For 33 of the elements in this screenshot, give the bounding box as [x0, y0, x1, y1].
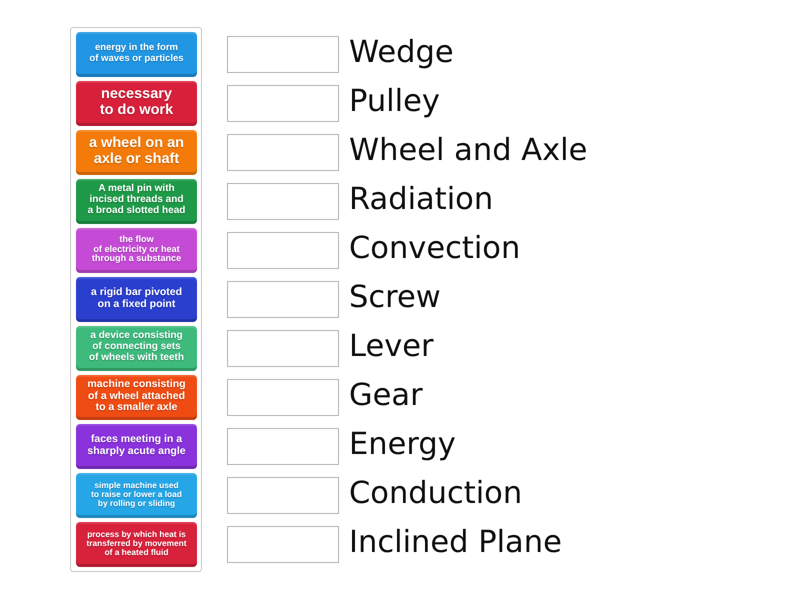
answer-box[interactable]	[227, 330, 339, 367]
answer-box[interactable]	[227, 526, 339, 563]
definition-tile[interactable]: simple machine used to raise or lower a load by rolling or sliding	[76, 473, 197, 518]
term-label: Gear	[349, 379, 423, 413]
answer-box[interactable]	[227, 232, 339, 269]
term-label: Inclined Plane	[349, 526, 562, 560]
definition-tile[interactable]: a wheel on an axle or shaft	[76, 130, 197, 175]
answer-box[interactable]	[227, 379, 339, 416]
definition-tile[interactable]: A metal pin with incised threads and a broad slotted head	[76, 179, 197, 224]
answer-box[interactable]	[227, 85, 339, 122]
answer-box[interactable]	[227, 281, 339, 318]
term-label: Lever	[349, 330, 434, 364]
term-label: Radiation	[349, 183, 494, 217]
answer-box[interactable]	[227, 477, 339, 514]
definition-tile[interactable]: necessary to do work	[76, 81, 197, 126]
answer-box[interactable]	[227, 134, 339, 171]
definition-tile[interactable]: machine consisting of a wheel attached to a smaller axle	[76, 375, 197, 420]
term-label: Energy	[349, 428, 456, 462]
definition-tile[interactable]: a rigid bar pivoted on a fixed point	[76, 277, 197, 322]
answer-box[interactable]	[227, 428, 339, 465]
term-label: Conduction	[349, 477, 522, 511]
term-label: Screw	[349, 281, 441, 315]
definition-tile[interactable]: faces meeting in a sharply acute angle	[76, 424, 197, 469]
answer-box[interactable]	[227, 183, 339, 220]
definition-tile[interactable]: the flow of electricity or heat through a substance	[76, 228, 197, 273]
definition-tile[interactable]: process by which heat is transferred by movement of a heated fluid	[76, 522, 197, 567]
term-label: Wedge	[349, 36, 454, 70]
answer-box[interactable]	[227, 36, 339, 73]
term-label: Wheel and Axle	[349, 134, 588, 168]
term-label: Convection	[349, 232, 520, 266]
definition-tile[interactable]: a device consisting of connecting sets of wheels with teeth	[76, 326, 197, 371]
definition-tile[interactable]: energy in the form of waves or particles	[76, 32, 197, 77]
term-label: Pulley	[349, 85, 440, 119]
